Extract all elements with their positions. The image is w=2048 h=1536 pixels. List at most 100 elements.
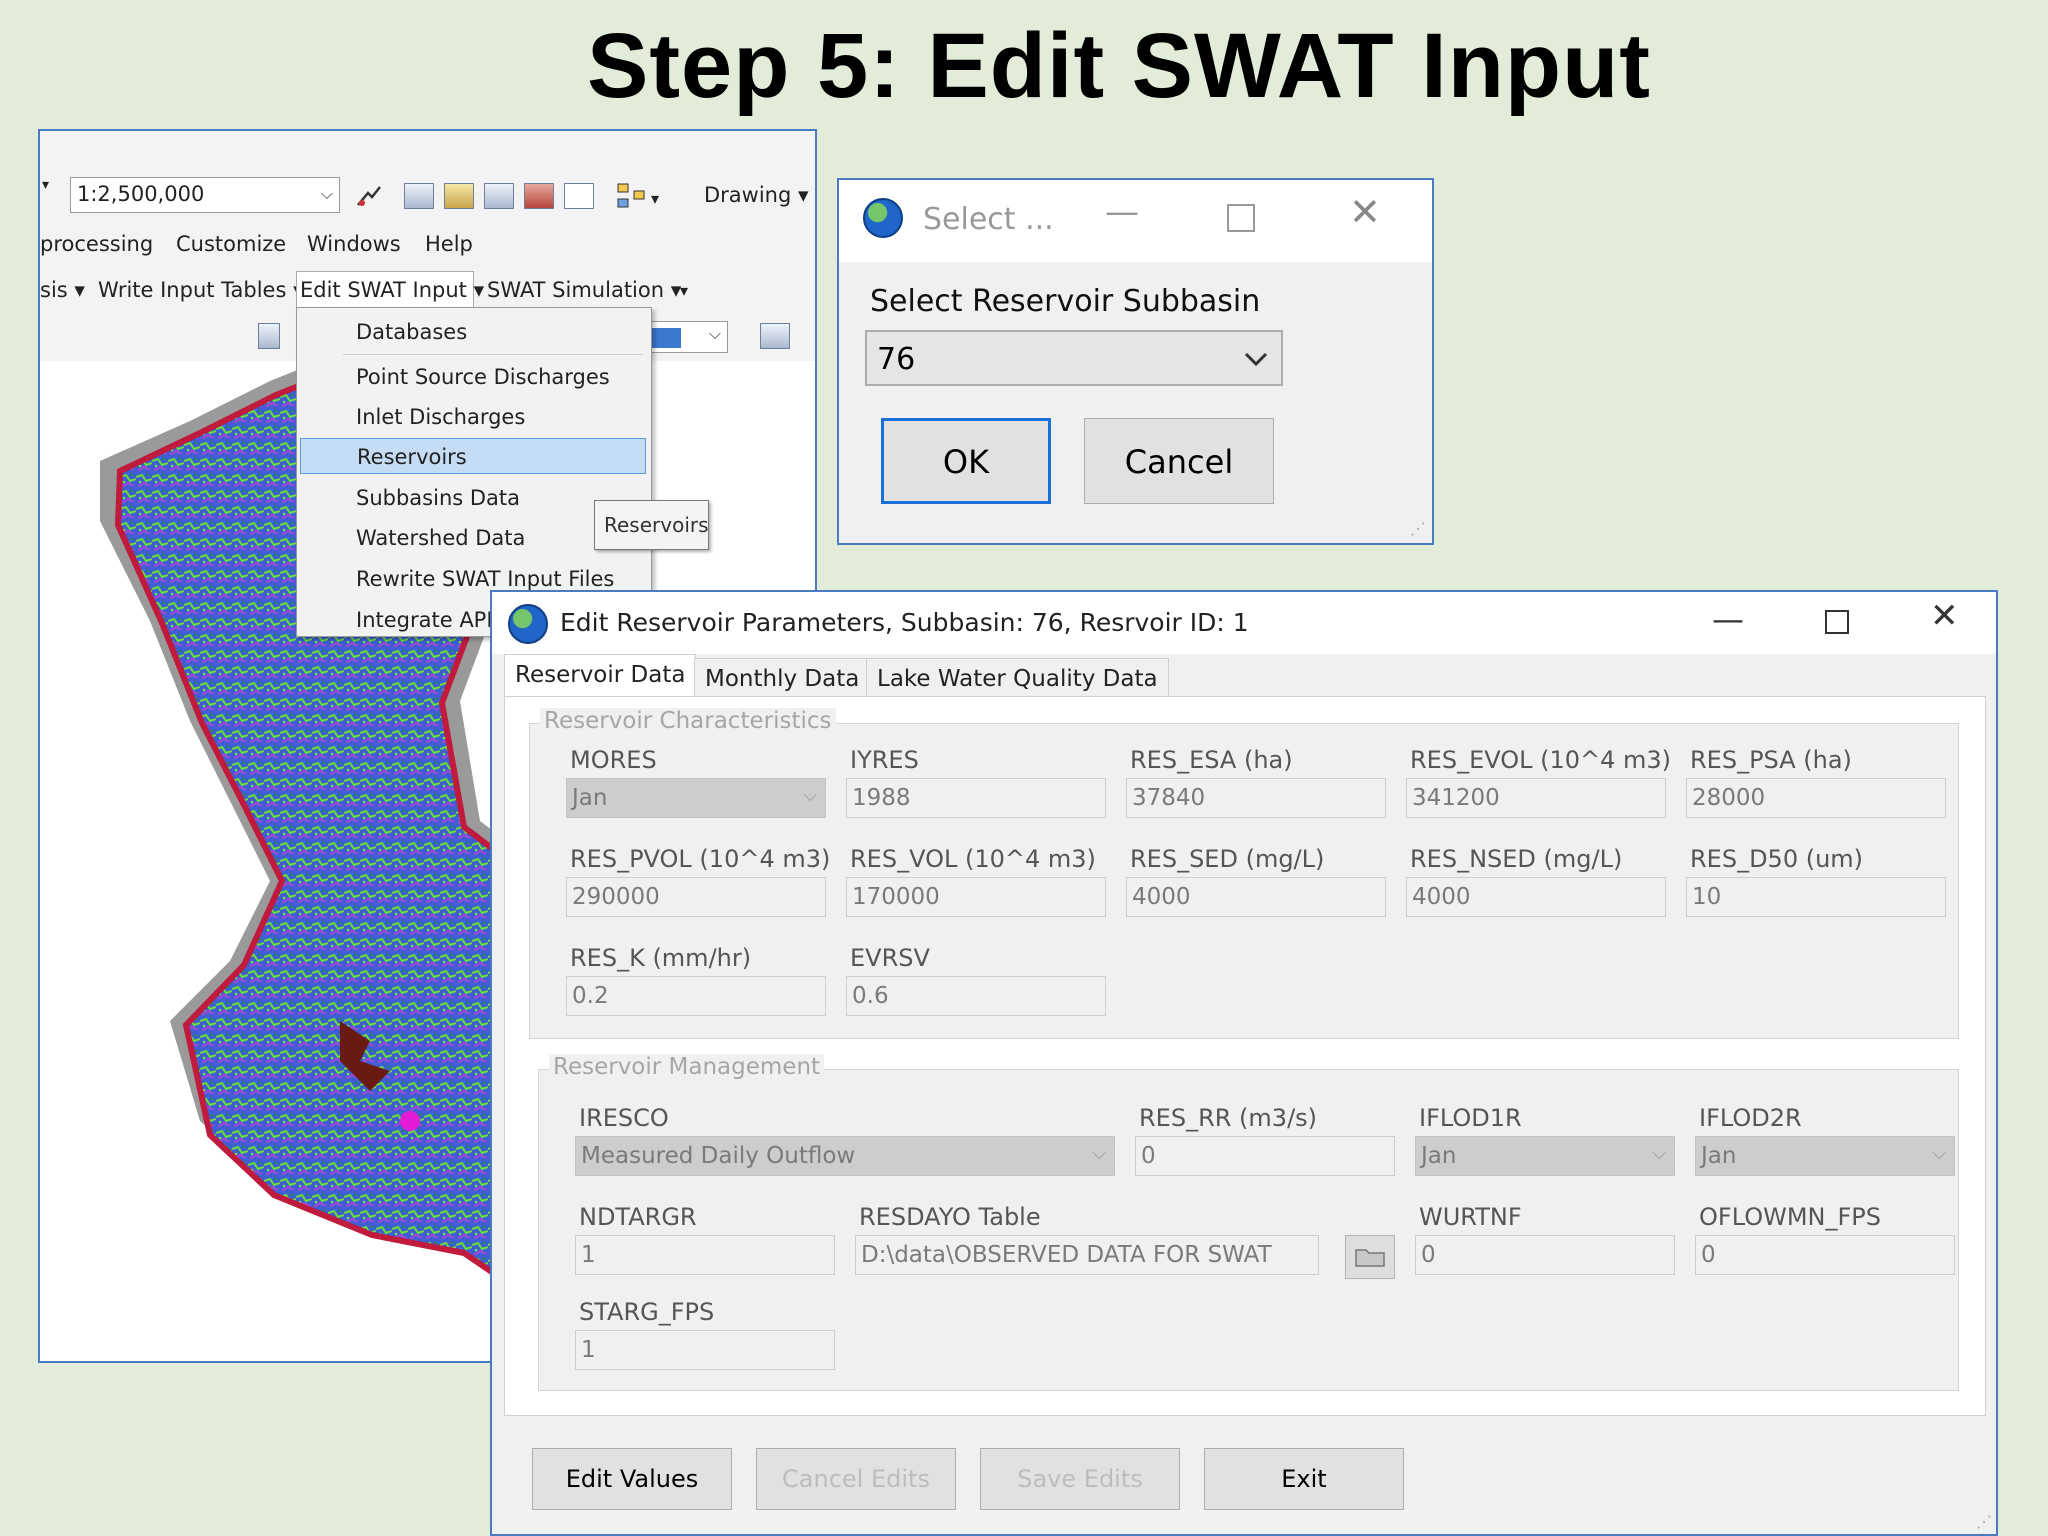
toolbox-icon[interactable] bbox=[524, 183, 554, 209]
save-edits-button[interactable]: Save Edits bbox=[980, 1448, 1180, 1510]
select-subbasin-dialog: Select ... — ✕ Select Reservoir Subbasin… bbox=[837, 178, 1434, 545]
res-nsed-field[interactable]: 4000 bbox=[1406, 877, 1666, 917]
folder-browse-button[interactable] bbox=[1345, 1235, 1395, 1279]
menu-geoprocessing[interactable]: processing bbox=[40, 232, 153, 256]
tab-monthly-data[interactable]: Monthly Data bbox=[694, 658, 871, 698]
res-esa-field[interactable]: 37840 bbox=[1126, 778, 1386, 818]
iflod2r-select[interactable]: Jan ⌵ bbox=[1695, 1136, 1955, 1176]
menu-separator bbox=[343, 354, 643, 355]
menu-item-point-source[interactable]: Point Source Discharges bbox=[300, 359, 646, 395]
menu-help[interactable]: Help bbox=[425, 232, 473, 256]
res-pvol-field[interactable]: 290000 bbox=[566, 877, 826, 917]
characteristics-group: Reservoir Characteristics MORES Jan ⌵ IYR… bbox=[529, 708, 1959, 1039]
toolbar-options-icon-2[interactable]: ▾ bbox=[680, 281, 688, 300]
evrsv-field[interactable]: 0.6 bbox=[846, 976, 1106, 1016]
res-pvol-label: RES_PVOL (10^4 m3) bbox=[570, 845, 831, 873]
menu-item-databases[interactable]: Databases bbox=[300, 314, 646, 350]
res-rr-field[interactable]: 0 bbox=[1135, 1136, 1395, 1176]
minimize-icon[interactable]: — bbox=[1712, 600, 1744, 638]
window-icon[interactable] bbox=[484, 183, 514, 209]
maximize-icon[interactable] bbox=[1825, 610, 1849, 634]
menu-item-reservoirs[interactable]: Reservoirs bbox=[300, 438, 646, 474]
scale-combo[interactable]: 1:2,500,000 ⌵ bbox=[70, 177, 340, 213]
ndtargr-field[interactable]: 1 bbox=[575, 1235, 835, 1275]
globe-icon bbox=[508, 604, 548, 644]
res-k-field[interactable]: 0.2 bbox=[566, 976, 826, 1016]
cancel-button[interactable]: Cancel bbox=[1084, 418, 1274, 504]
chevron-down-icon: ⌵ bbox=[1932, 1143, 1946, 1164]
iresco-select[interactable]: Measured Daily Outflow ⌵ bbox=[575, 1136, 1115, 1176]
layout-icon[interactable] bbox=[760, 323, 790, 349]
iresco-value: Measured Daily Outflow bbox=[581, 1143, 856, 1169]
management-group: Reservoir Management IRESCO Measured Dai… bbox=[538, 1054, 1959, 1391]
add-data-icon[interactable] bbox=[258, 323, 280, 349]
exit-button[interactable]: Exit bbox=[1204, 1448, 1404, 1510]
res-sed-label: RES_SED (mg/L) bbox=[1130, 845, 1325, 873]
res-psa-field[interactable]: 28000 bbox=[1686, 778, 1946, 818]
res-rr-label: RES_RR (m3/s) bbox=[1139, 1104, 1318, 1132]
menu-swat-simulation-label: SWAT Simulation bbox=[487, 278, 665, 302]
mores-value: Jan bbox=[572, 785, 608, 811]
menu-item-inlet[interactable]: Inlet Discharges bbox=[300, 399, 646, 435]
iflod2r-value: Jan bbox=[1701, 1143, 1737, 1169]
menu-swat-analysis[interactable]: sis ▾ bbox=[40, 278, 85, 302]
res-vol-field[interactable]: 170000 bbox=[846, 877, 1106, 917]
outlet-point bbox=[400, 1111, 420, 1131]
edit-tool-icon[interactable] bbox=[354, 183, 384, 209]
menu-edit-swat-input-text: Edit SWAT Input bbox=[300, 278, 467, 302]
minimize-icon[interactable]: — bbox=[1105, 192, 1139, 232]
toolbar-overflow-icon[interactable]: ▾ bbox=[42, 177, 49, 193]
subbasin-select[interactable]: 76 bbox=[865, 330, 1283, 386]
edit-values-button[interactable]: Edit Values bbox=[532, 1448, 732, 1510]
menu-edit-swat-input-label: Edit SWAT Input ▾ bbox=[300, 278, 485, 302]
select-dialog-titlebar: Select ... — ✕ bbox=[839, 180, 1432, 262]
res-d50-field[interactable]: 10 bbox=[1686, 877, 1946, 917]
model-builder-icon[interactable] bbox=[616, 181, 646, 208]
resdayo-label: RESDAYO Table bbox=[859, 1203, 1041, 1231]
scale-value: 1:2,500,000 bbox=[77, 182, 205, 206]
close-icon[interactable]: ✕ bbox=[1349, 190, 1381, 234]
close-icon[interactable]: ✕ bbox=[1930, 596, 1959, 636]
chevron-down-icon: ⌵ bbox=[708, 326, 721, 343]
catalog-icon[interactable] bbox=[444, 183, 474, 209]
starg-fps-field[interactable]: 1 bbox=[575, 1330, 835, 1370]
cancel-edits-button[interactable]: Cancel Edits bbox=[756, 1448, 956, 1510]
evrsv-label: EVRSV bbox=[850, 944, 930, 972]
iflod1r-select[interactable]: Jan ⌵ bbox=[1415, 1136, 1675, 1176]
wurtnf-field[interactable]: 0 bbox=[1415, 1235, 1675, 1275]
res-sed-field[interactable]: 4000 bbox=[1126, 877, 1386, 917]
menu-swat-simulation[interactable]: SWAT Simulation ▾ bbox=[487, 278, 681, 302]
edit-swat-input-menu: Databases Point Source Discharges Inlet … bbox=[296, 307, 652, 637]
table-icon[interactable] bbox=[404, 183, 434, 209]
oflowmn-fps-label: OFLOWMN_FPS bbox=[1699, 1203, 1882, 1231]
tab-lake-water-quality[interactable]: Lake Water Quality Data bbox=[866, 658, 1169, 698]
slide-title: Step 5: Edit SWAT Input bbox=[587, 15, 1651, 117]
resize-grip-icon[interactable]: ⋰ bbox=[1410, 519, 1426, 539]
tab-reservoir-data[interactable]: Reservoir Data bbox=[504, 654, 697, 698]
menu-customize[interactable]: Customize bbox=[176, 232, 286, 256]
maximize-icon[interactable] bbox=[1227, 204, 1255, 232]
folder-icon bbox=[1355, 1249, 1385, 1267]
iflod1r-label: IFLOD1R bbox=[1419, 1104, 1522, 1132]
globe-icon bbox=[863, 198, 903, 238]
resize-grip-icon[interactable]: ⋰ bbox=[1976, 1512, 1992, 1532]
iyres-label: IYRES bbox=[850, 746, 919, 774]
drawing-menu[interactable]: Drawing ▾ bbox=[704, 183, 809, 207]
menu-windows[interactable]: Windows bbox=[307, 232, 401, 256]
edit-reservoir-window: Edit Reservoir Parameters, Subbasin: 76,… bbox=[490, 590, 1998, 1536]
menu-write-input-tables[interactable]: Write Input Tables ▾ bbox=[98, 278, 304, 302]
drawing-label: Drawing bbox=[704, 183, 792, 207]
toolbar-options-icon[interactable]: ▾ bbox=[651, 189, 659, 208]
layer-combo[interactable]: ⌵ bbox=[640, 321, 728, 353]
ok-button[interactable]: OK bbox=[881, 418, 1051, 504]
select-subbasin-label: Select Reservoir Subbasin bbox=[870, 284, 1261, 319]
python-window-icon[interactable] bbox=[564, 183, 594, 209]
menu-edit-swat-input[interactable]: Edit SWAT Input ▾ bbox=[296, 271, 484, 311]
iyres-field[interactable]: 1988 bbox=[846, 778, 1106, 818]
res-vol-label: RES_VOL (10^4 m3) bbox=[850, 845, 1096, 873]
res-evol-field[interactable]: 341200 bbox=[1406, 778, 1666, 818]
oflowmn-fps-field[interactable]: 0 bbox=[1695, 1235, 1955, 1275]
mores-select[interactable]: Jan ⌵ bbox=[566, 778, 826, 818]
resdayo-field[interactable]: D:\data\OBSERVED DATA FOR SWAT bbox=[855, 1235, 1319, 1275]
edit-window-title: Edit Reservoir Parameters, Subbasin: 76,… bbox=[560, 608, 1249, 637]
